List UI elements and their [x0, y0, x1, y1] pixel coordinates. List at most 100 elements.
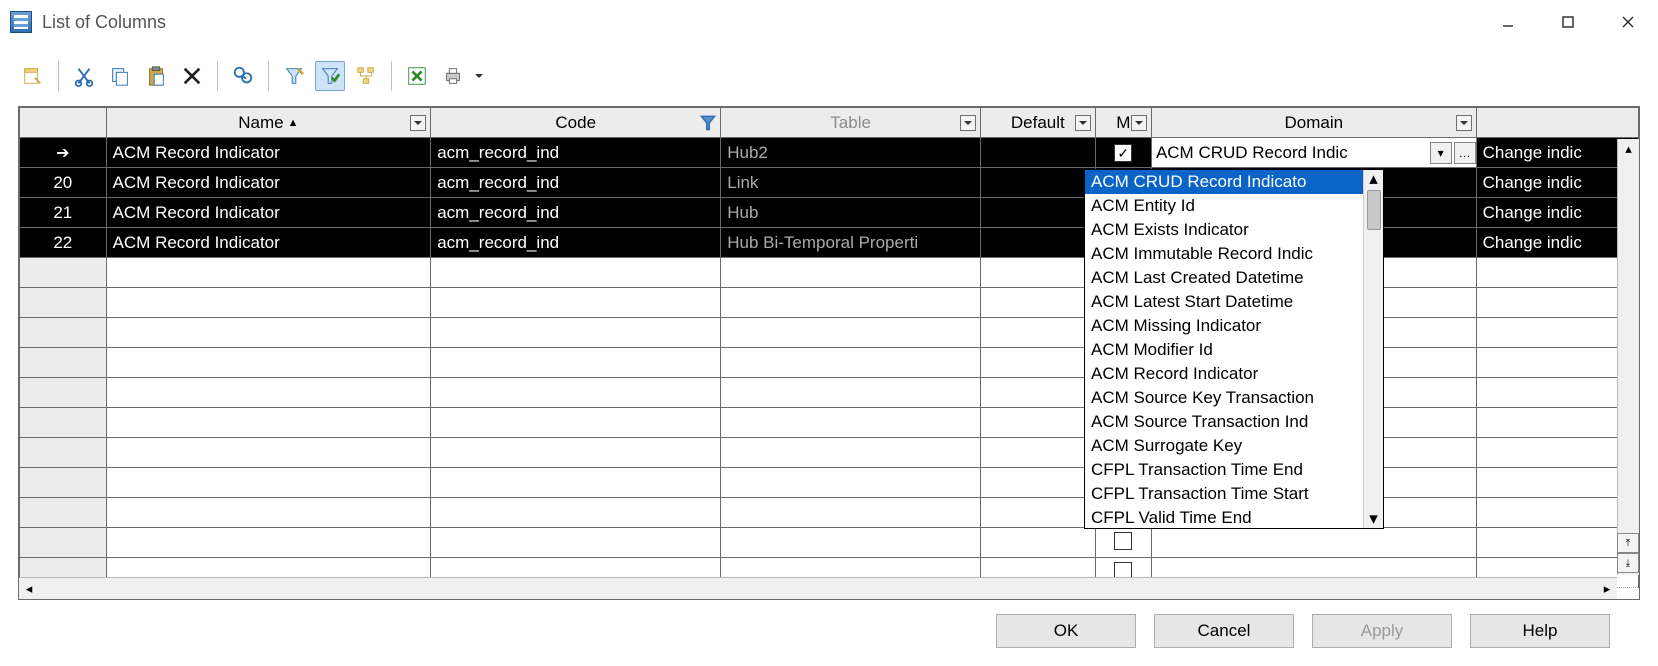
move-bottom-button[interactable]: ⤓ [1617, 553, 1639, 573]
table-row[interactable]: ACM Record Indicatoracm_record_indHub2 ▾…… [20, 138, 1639, 168]
cell-comment[interactable]: Change indic [1476, 198, 1638, 228]
header-filter-dropdown[interactable] [1075, 115, 1091, 131]
ok-button[interactable]: OK [996, 614, 1136, 648]
table-row-empty[interactable] [20, 408, 1639, 438]
dropdown-item[interactable]: ACM Last Created Datetime [1085, 266, 1363, 290]
cancel-button[interactable]: Cancel [1154, 614, 1294, 648]
cell-table[interactable]: Hub [721, 198, 981, 228]
cell-code[interactable]: acm_record_ind [431, 228, 721, 258]
dropdown-item[interactable]: ACM Surrogate Key [1085, 434, 1363, 458]
cell-table[interactable]: Hub2 [721, 138, 981, 168]
mandatory-checkbox[interactable] [1114, 532, 1132, 550]
table-row-empty[interactable] [20, 498, 1639, 528]
cell-comment[interactable]: Change indic [1476, 228, 1638, 258]
dropdown-item[interactable]: ACM Source Transaction Ind [1085, 410, 1363, 434]
scroll-down-icon[interactable]: ▾ [1364, 510, 1383, 528]
scroll-up-icon[interactable]: ▴ [1364, 170, 1383, 188]
table-row[interactable]: 22ACM Record Indicatoracm_record_indHub … [20, 228, 1639, 258]
properties-button[interactable] [18, 61, 48, 91]
dropdown-item[interactable]: ACM Source Key Transaction [1085, 386, 1363, 410]
scroll-thumb[interactable] [1367, 190, 1381, 230]
dropdown-item[interactable]: ACM Modifier Id [1085, 338, 1363, 362]
minimize-button[interactable] [1478, 0, 1538, 44]
help-button[interactable]: Help [1470, 614, 1610, 648]
dropdown-item[interactable]: ACM Entity Id [1085, 194, 1363, 218]
column-header-domain[interactable]: Domain [1151, 108, 1476, 138]
cell-name[interactable]: ACM Record Indicator [106, 228, 431, 258]
hierarchy-button[interactable] [351, 61, 381, 91]
print-button[interactable] [438, 61, 468, 91]
table-row-empty[interactable] [20, 528, 1639, 558]
cell-domain[interactable]: ▾… [1151, 138, 1476, 168]
cut-button[interactable] [69, 61, 99, 91]
column-header-m[interactable]: M [1095, 108, 1151, 138]
close-button[interactable] [1598, 0, 1658, 44]
cell-default[interactable] [980, 198, 1095, 228]
funnel-icon[interactable] [700, 115, 716, 131]
header-filter-dropdown[interactable] [1131, 115, 1147, 131]
dropdown-item[interactable]: ACM Record Indicator [1085, 362, 1363, 386]
header-filter-dropdown[interactable] [1456, 115, 1472, 131]
cell-default[interactable] [980, 168, 1095, 198]
paste-button[interactable] [141, 61, 171, 91]
dropdown-item[interactable]: CFPL Transaction Time End [1085, 458, 1363, 482]
filter-edit-button[interactable] [279, 61, 309, 91]
cell-table[interactable]: Link [721, 168, 981, 198]
table-row-empty[interactable] [20, 288, 1639, 318]
cell-name[interactable]: ACM Record Indicator [106, 198, 431, 228]
find-button[interactable] [228, 61, 258, 91]
header-filter-dropdown[interactable] [410, 115, 426, 131]
dropdown-item[interactable]: ACM Immutable Record Indic [1085, 242, 1363, 266]
table-row-empty[interactable] [20, 348, 1639, 378]
move-top-button[interactable]: ⤒ [1617, 533, 1639, 553]
cell-default[interactable] [980, 228, 1095, 258]
cell-name[interactable]: ACM Record Indicator [106, 138, 431, 168]
row-header[interactable]: 21 [20, 198, 107, 228]
cell-code[interactable]: acm_record_ind [431, 168, 721, 198]
column-header-comment[interactable] [1476, 108, 1638, 138]
cell-table[interactable]: Hub Bi-Temporal Properti [721, 228, 981, 258]
table-row-empty[interactable] [20, 318, 1639, 348]
horizontal-scrollbar[interactable]: ◂ ▸ [19, 577, 1617, 599]
cell-comment[interactable]: Change indic [1476, 138, 1638, 168]
cell-default[interactable] [980, 138, 1095, 168]
domain-input[interactable] [1152, 138, 1428, 167]
apply-button[interactable]: Apply [1312, 614, 1452, 648]
row-header[interactable]: 20 [20, 168, 107, 198]
dropdown-item[interactable]: ACM Latest Start Datetime [1085, 290, 1363, 314]
cell-m[interactable] [1095, 138, 1151, 168]
dropdown-item[interactable]: CFPL Valid Time End [1085, 506, 1363, 528]
column-header-table[interactable]: Table [721, 108, 981, 138]
table-row-empty[interactable] [20, 438, 1639, 468]
scroll-right-icon[interactable]: ▸ [1597, 578, 1617, 599]
dropdown-item[interactable]: ACM Exists Indicator [1085, 218, 1363, 242]
table-row[interactable]: 20ACM Record Indicatoracm_record_indLink… [20, 168, 1639, 198]
dropdown-item[interactable]: ACM CRUD Record Indicato [1085, 170, 1363, 194]
table-row[interactable]: 21ACM Record Indicatoracm_record_indHubC… [20, 198, 1639, 228]
cell-name[interactable]: ACM Record Indicator [106, 168, 431, 198]
row-header[interactable]: 22 [20, 228, 107, 258]
cell-code[interactable]: acm_record_ind [431, 138, 721, 168]
column-header-default[interactable]: Default [980, 108, 1095, 138]
mandatory-checkbox[interactable] [1114, 144, 1132, 162]
table-row-empty[interactable] [20, 378, 1639, 408]
dropdown-item[interactable]: CFPL Transaction Time Start [1085, 482, 1363, 506]
cell-comment[interactable]: Change indic [1476, 168, 1638, 198]
dropdown-item[interactable]: ACM Missing Indicator [1085, 314, 1363, 338]
domain-browse-button[interactable]: … [1454, 142, 1476, 164]
copy-button[interactable] [105, 61, 135, 91]
domain-dropdown[interactable]: ACM CRUD Record IndicatoACM Entity IdACM… [1084, 169, 1384, 529]
delete-button[interactable] [177, 61, 207, 91]
vertical-scrollbar[interactable]: ▴ ▾ [1617, 139, 1639, 575]
dropdown-scrollbar[interactable]: ▴ ▾ [1363, 170, 1383, 528]
scroll-up-icon[interactable]: ▴ [1618, 139, 1639, 159]
maximize-button[interactable] [1538, 0, 1598, 44]
scroll-left-icon[interactable]: ◂ [19, 578, 39, 599]
table-row-empty[interactable] [20, 258, 1639, 288]
table-row-empty[interactable] [20, 468, 1639, 498]
filter-apply-button[interactable] [315, 61, 345, 91]
print-dropdown[interactable] [474, 72, 484, 80]
domain-dropdown-button[interactable]: ▾ [1430, 142, 1452, 164]
export-excel-button[interactable] [402, 61, 432, 91]
column-header-name[interactable]: Name▲ [106, 108, 431, 138]
